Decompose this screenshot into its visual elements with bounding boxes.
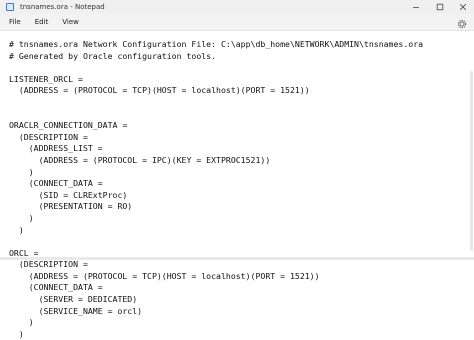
text-editor-area[interactable]: # tnsnames.ora Network Configuration Fil… [0, 30, 474, 339]
text-line[interactable]: # Generated by Oracle configuration tool… [9, 51, 423, 63]
text-line[interactable]: ​ [9, 62, 423, 74]
notepad-icon [6, 3, 14, 11]
menu-bar: File Edit View [0, 14, 474, 30]
maximize-button[interactable] [428, 0, 452, 14]
text-line[interactable]: ) [9, 225, 423, 237]
gear-icon [457, 19, 467, 29]
text-line[interactable]: ) [9, 167, 423, 179]
text-line[interactable]: (CONNECT_DATA = [9, 282, 423, 294]
maximize-icon [436, 3, 444, 11]
text-line[interactable]: (ADDRESS = (PROTOCOL = TCP)(HOST = local… [9, 85, 423, 97]
window-controls [404, 0, 474, 14]
text-line[interactable]: ) [9, 317, 423, 329]
text-line[interactable]: (ADDRESS_LIST = [9, 143, 423, 155]
vertical-scrollbar[interactable] [470, 71, 473, 251]
title-bar[interactable]: tnsnames.ora - Notepad [0, 0, 474, 14]
text-line[interactable]: ​ [9, 236, 423, 248]
menu-edit[interactable]: Edit [29, 18, 55, 26]
notepad-window: tnsnames.ora - Notepad File Edit View # … [0, 0, 474, 339]
close-icon [459, 3, 467, 11]
text-line[interactable]: # tnsnames.ora Network Configuration Fil… [9, 39, 423, 51]
settings-button[interactable] [456, 18, 468, 30]
text-line[interactable]: (SERVER = DEDICATED) [9, 294, 423, 306]
window-title: tnsnames.ora - Notepad [20, 3, 105, 11]
text-line[interactable]: (SID = CLRExtProc) [9, 190, 423, 202]
minimize-icon [413, 7, 419, 8]
text-line[interactable]: (ADDRESS = (PROTOCOL = TCP)(HOST = local… [9, 271, 423, 283]
text-line[interactable]: ​ [9, 109, 423, 121]
text-line[interactable]: ​ [9, 97, 423, 109]
text-line[interactable]: LISTENER_ORCL = [9, 74, 423, 86]
text-line[interactable]: ) [9, 213, 423, 225]
text-line[interactable]: (SERVICE_NAME = orcl) [9, 306, 423, 318]
menu-view[interactable]: View [56, 18, 85, 26]
text-line[interactable]: ) [9, 329, 423, 340]
text-line[interactable]: (DESCRIPTION = [9, 259, 423, 271]
text-line[interactable]: (ADDRESS = (PROTOCOL = IPC)(KEY = EXTPRO… [9, 155, 423, 167]
menu-file[interactable]: File [3, 18, 27, 26]
close-button[interactable] [452, 0, 474, 14]
text-line[interactable]: ORACLR_CONNECTION_DATA = [9, 120, 423, 132]
text-line[interactable]: (DESCRIPTION = [9, 132, 423, 144]
text-line[interactable]: (CONNECT_DATA = [9, 178, 423, 190]
document-text[interactable]: # tnsnames.ora Network Configuration Fil… [9, 39, 423, 340]
text-line[interactable]: (PRESENTATION = RO) [9, 201, 423, 213]
minimize-button[interactable] [404, 0, 428, 14]
